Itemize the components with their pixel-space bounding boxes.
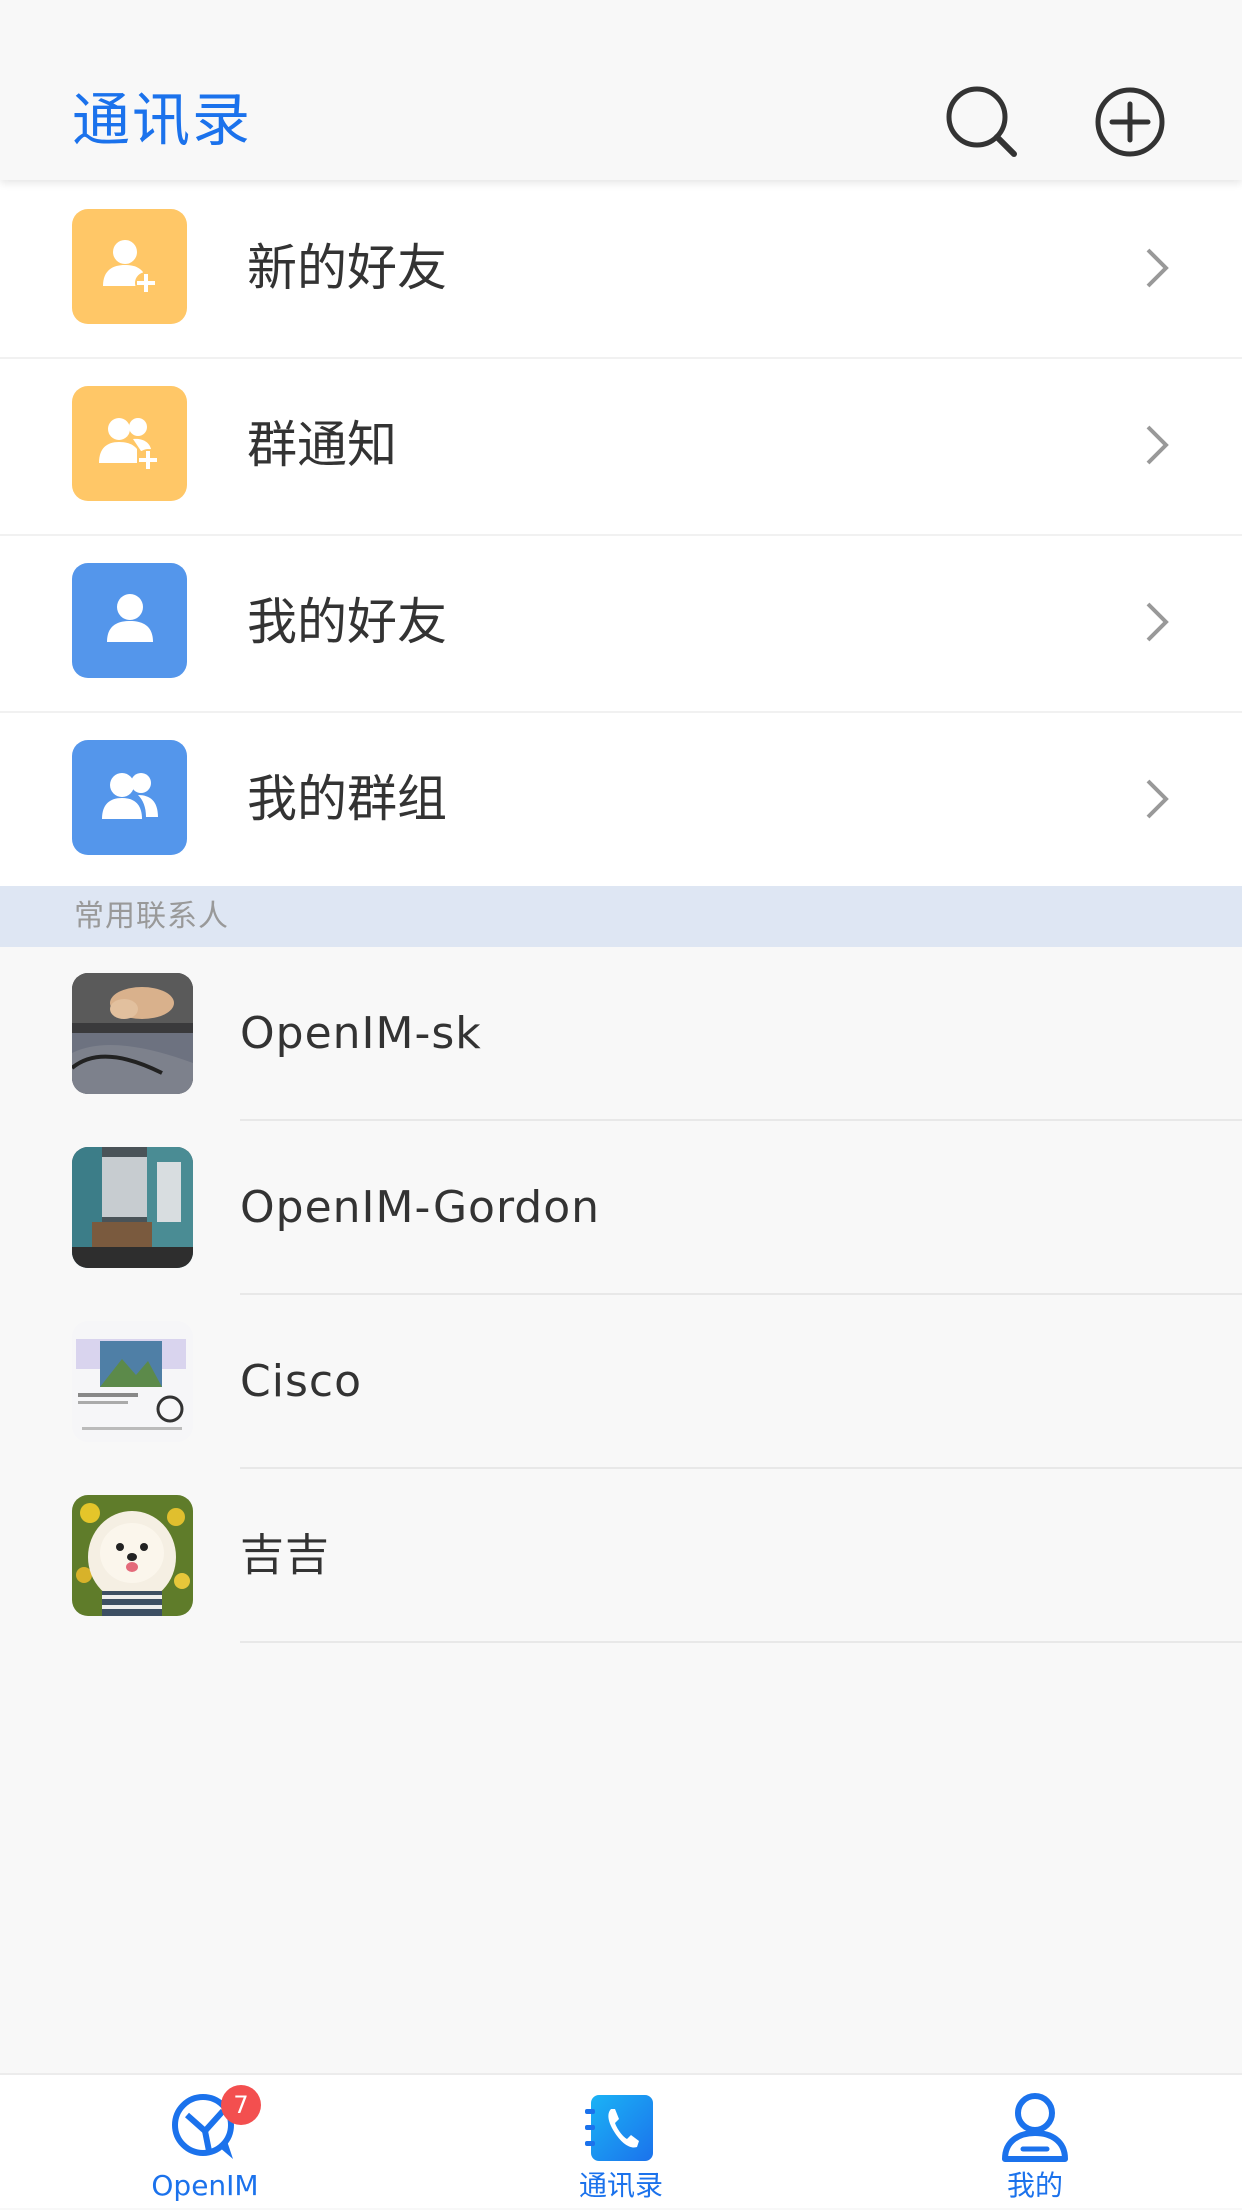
chevron-right-icon: [1146, 779, 1169, 819]
tab-profile[interactable]: 我的: [935, 2075, 1135, 2210]
section-header-frequent-contacts: 常用联系人: [0, 886, 1242, 947]
search-icon: [946, 86, 1017, 157]
avatar: [72, 1321, 193, 1442]
chevron-right-icon: [1146, 602, 1169, 642]
contacts-phone-icon: [585, 2095, 653, 2161]
chevron-right-icon: [1146, 425, 1169, 465]
tab-label: 我的: [1006, 2169, 1063, 2202]
avatar: [72, 973, 193, 1094]
tab-label: 通讯录: [578, 2169, 663, 2202]
user-icon: [72, 563, 187, 678]
menu-item-label: 群通知: [247, 416, 397, 474]
add-circle-icon: [1095, 87, 1165, 157]
frequent-contacts-list: OpenIM-sk OpenIM-Gordon Cisco 吉吉: [0, 947, 1242, 1643]
menu-item-label: 新的好友: [247, 239, 447, 297]
bottom-tab-bar: 7 OpenIM 通讯录 我的: [0, 2073, 1242, 2208]
contacts-menu: 新的好友 群通知 我的好友 我的群组: [0, 180, 1242, 888]
avatar: [72, 1147, 193, 1268]
unread-badge: 7: [221, 2085, 261, 2125]
menu-item-new-friends[interactable]: 新的好友: [0, 180, 1242, 357]
section-header-label: 常用联系人: [74, 899, 229, 934]
contact-row[interactable]: Cisco: [0, 1295, 1242, 1469]
menu-item-label: 我的好友: [247, 593, 447, 651]
menu-item-group-notifications[interactable]: 群通知: [0, 357, 1242, 534]
group-add-icon: [72, 386, 187, 501]
contact-name: OpenIM-Gordon: [240, 1182, 601, 1233]
tab-label: OpenIM: [151, 2169, 259, 2202]
search-button[interactable]: [942, 82, 1022, 162]
group-icon: [72, 740, 187, 855]
tab-contacts[interactable]: 通讯录: [521, 2075, 721, 2210]
menu-item-label: 我的群组: [247, 770, 447, 828]
contact-name: 吉吉: [240, 1530, 330, 1581]
profile-icon: [1002, 2093, 1068, 2162]
page-title: 通讯录: [72, 86, 253, 154]
user-add-icon: [72, 209, 187, 324]
contact-name: OpenIM-sk: [240, 1008, 482, 1059]
contact-row[interactable]: OpenIM-Gordon: [0, 1121, 1242, 1295]
tab-openim[interactable]: 7 OpenIM: [105, 2075, 305, 2210]
top-navigation-bar: 通讯录: [0, 0, 1242, 180]
menu-item-my-friends[interactable]: 我的好友: [0, 534, 1242, 711]
contact-name: Cisco: [240, 1356, 362, 1407]
chevron-right-icon: [1146, 248, 1169, 288]
avatar: [72, 1495, 193, 1616]
add-button[interactable]: [1090, 82, 1170, 162]
contact-row[interactable]: 吉吉: [0, 1469, 1242, 1643]
menu-item-my-groups[interactable]: 我的群组: [0, 711, 1242, 888]
contact-row[interactable]: OpenIM-sk: [0, 947, 1242, 1121]
